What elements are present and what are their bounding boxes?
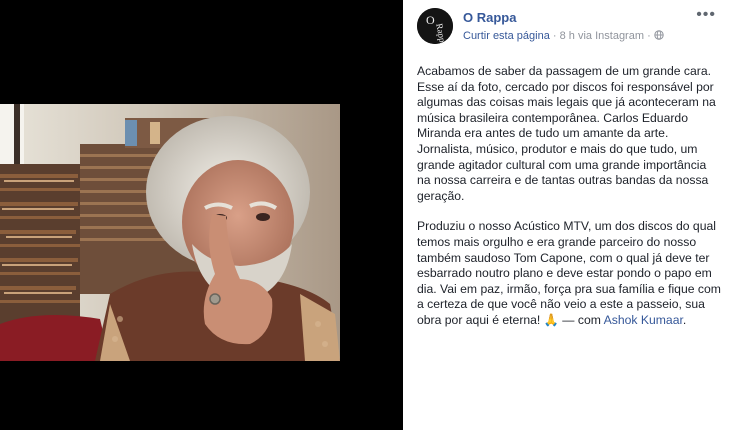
period: .: [682, 312, 687, 327]
post-meta: Curtir esta página · 8 h via Instagram ·: [463, 30, 664, 42]
photo-viewer: [0, 0, 403, 430]
post-photo[interactable]: [0, 104, 340, 361]
post-paragraph: Produziu o nosso Acústico MTV, um dos di…: [417, 219, 722, 328]
praying-hands-emoji: 🙏: [543, 312, 559, 327]
post-text: Acabamos de saber da passagem de um gran…: [417, 64, 722, 344]
tagged-person-link[interactable]: Ashok Kumaar: [604, 313, 683, 327]
post-panel: O Rappa O Rappa Curtir esta página · 8 h…: [403, 0, 730, 430]
globe-icon: [654, 30, 664, 40]
photo-image: [0, 104, 340, 361]
post-timestamp[interactable]: 8 h via Instagram: [560, 30, 644, 42]
meta-separator: ·: [552, 30, 557, 42]
more-options-button[interactable]: •••: [696, 6, 716, 24]
page-avatar[interactable]: O Rappa: [417, 8, 453, 44]
post-paragraph-text: Produziu o nosso Acústico MTV, um dos di…: [417, 219, 721, 327]
page-name-link[interactable]: O Rappa: [463, 10, 516, 25]
meta-separator: ·: [647, 30, 651, 42]
with-prefix: — com: [558, 312, 604, 327]
post-paragraph: Acabamos de saber da passagem de um gran…: [417, 64, 716, 203]
svg-text:O: O: [426, 13, 435, 27]
like-page-link[interactable]: Curtir esta página: [463, 30, 550, 42]
o-rappa-logo-icon: O Rappa: [417, 8, 453, 44]
